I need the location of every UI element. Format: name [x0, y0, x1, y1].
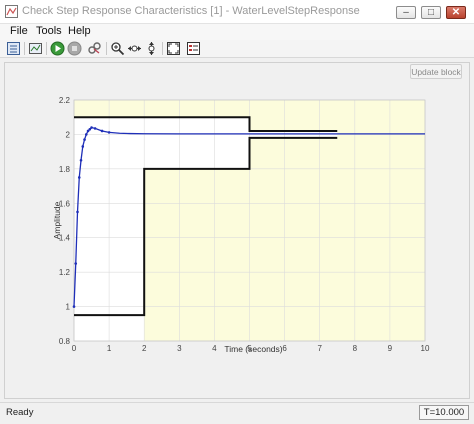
y-tick-label: 0.8: [59, 337, 71, 346]
response-point: [77, 176, 81, 179]
x-tick-label: 6: [282, 344, 287, 353]
x-tick-label: 9: [388, 344, 393, 353]
x-tick-label: 1: [107, 344, 112, 353]
x-tick-label: 2: [142, 344, 147, 353]
x-tick-label: 4: [212, 344, 217, 353]
x-tick-label: 10: [421, 344, 430, 353]
x-tick-label: 0: [72, 344, 77, 353]
response-point: [93, 127, 97, 130]
response-point: [90, 126, 93, 129]
status-text: Ready: [6, 407, 34, 418]
status-bar: Ready T=10.000: [0, 402, 474, 424]
y-tick-label: 1.2: [59, 268, 71, 277]
response-point: [100, 129, 104, 133]
response-point: [84, 133, 88, 136]
simulation-time: T=10.000: [419, 405, 469, 420]
y-tick-label: 1.8: [59, 165, 71, 174]
y-tick-label: 1: [66, 303, 71, 312]
x-tick-label: 3: [177, 344, 182, 353]
response-point: [79, 158, 83, 162]
y-tick-label: 2: [66, 130, 71, 139]
y-axis-label: Amplitude: [52, 201, 62, 239]
step-response-plot: 0 1 2 3 4 5 6 7 8 9 100.811.21.41.61.822.2 Time (s…: [52, 96, 430, 354]
x-tick-label: 8: [353, 344, 358, 353]
response-point: [72, 305, 76, 308]
response-point: [74, 262, 78, 265]
response-point: [81, 145, 85, 148]
response-point: [107, 131, 111, 134]
x-axis-label: Time (seconds): [224, 344, 282, 354]
x-tick-label: 7: [317, 344, 322, 353]
feasible-interior: [144, 117, 250, 169]
response-point: [76, 210, 79, 214]
y-tick-label: 2.2: [59, 96, 71, 105]
response-point: [83, 138, 86, 141]
